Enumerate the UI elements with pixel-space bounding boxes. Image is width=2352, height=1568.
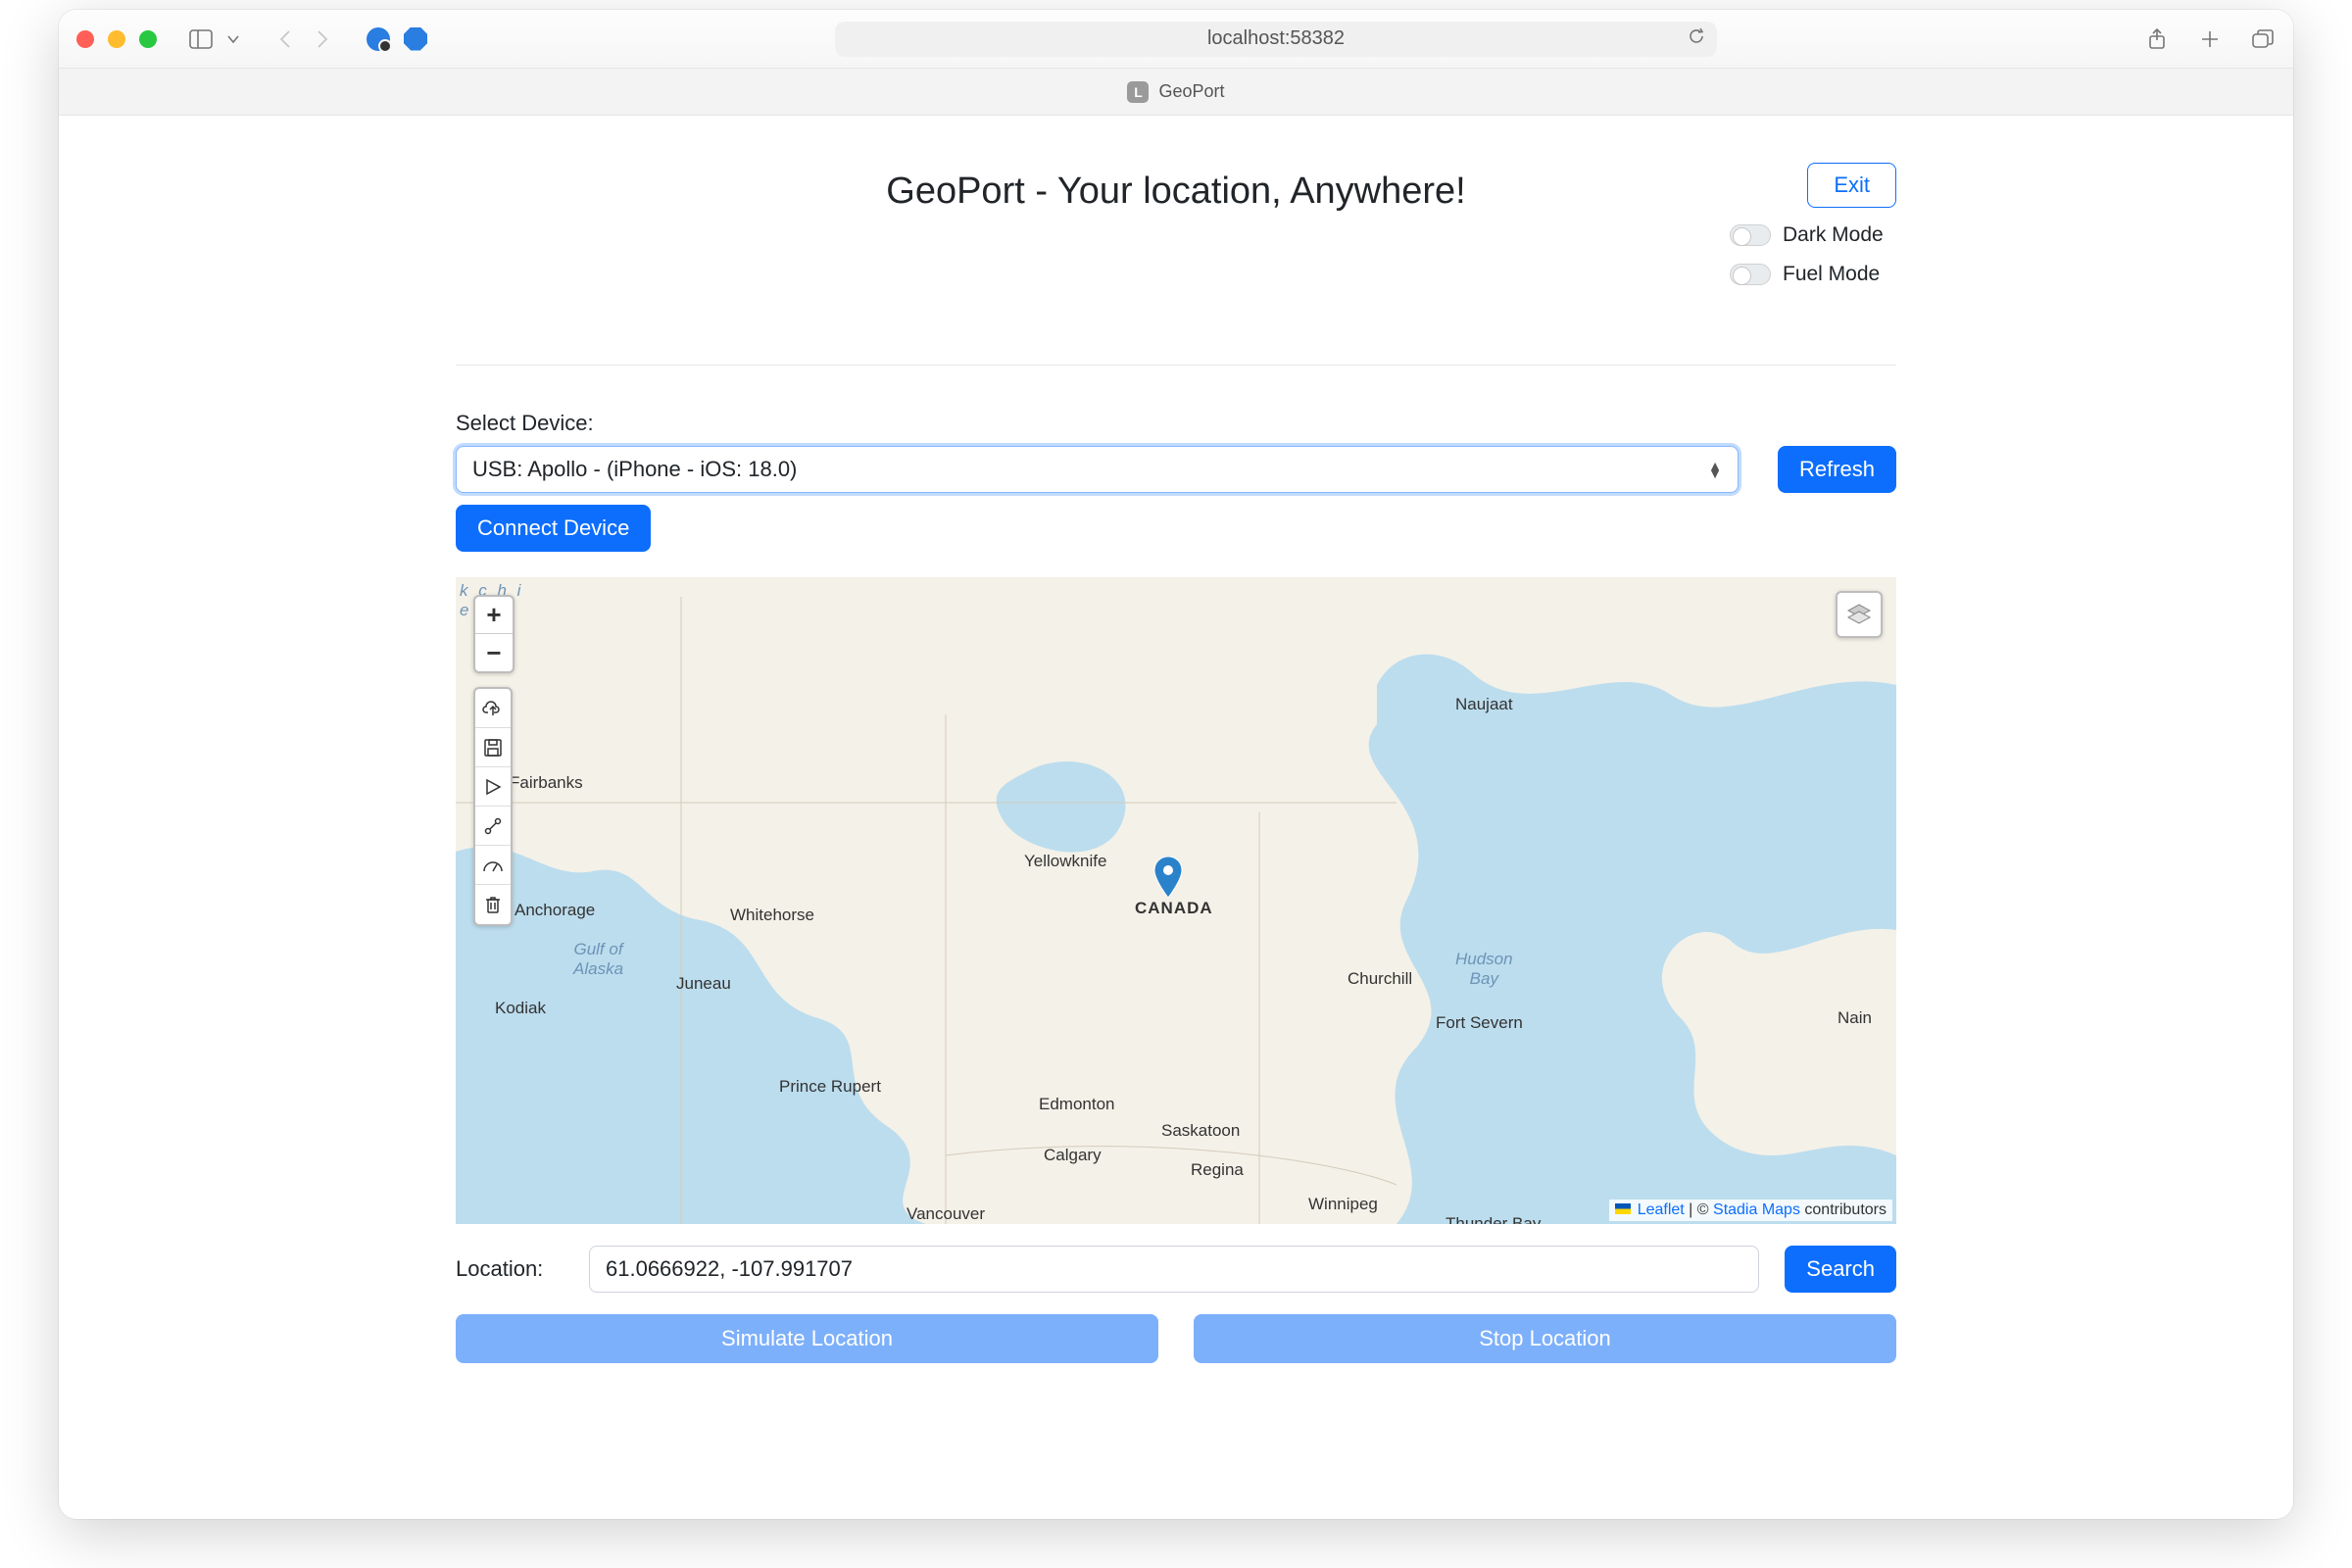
zoom-out-button[interactable]: − [475,634,513,671]
map[interactable]: k c h i e Fairbanks Anchorage Juneau Kod… [456,577,1896,1224]
fuel-mode-label: Fuel Mode [1783,263,1880,286]
divider [456,365,1896,366]
address-bar[interactable]: localhost:58382 [835,22,1717,57]
browser-toolbar: localhost:58382 [59,10,2293,69]
map-label: Calgary [1044,1146,1102,1165]
stop-location-button[interactable]: Stop Location [1194,1314,1896,1363]
reload-icon[interactable] [1688,27,1705,51]
map-zoom-control: + − [473,595,514,673]
map-label: e [460,601,468,620]
adblock-icon[interactable] [404,27,427,51]
map-label: Naujaat [1455,695,1513,714]
zoom-in-button[interactable]: + [475,597,513,634]
map-attribution: Leaflet | © Stadia Maps contributors [1609,1200,1892,1221]
map-label: Juneau [676,974,731,994]
browser-window: localhost:58382 L GeoPort [59,10,2293,1519]
map-label: Gulf of Alaska [573,940,623,979]
tabs-icon[interactable] [2250,28,2276,50]
search-button[interactable]: Search [1785,1246,1896,1293]
map-label: Yellowknife [1024,852,1106,871]
connect-device-button[interactable]: Connect Device [456,505,651,552]
location-input[interactable] [589,1246,1759,1293]
dark-mode-label: Dark Mode [1783,223,1884,247]
fullscreen-window-button[interactable] [139,30,157,48]
share-icon[interactable] [2144,28,2170,50]
map-label: Nain [1838,1008,1872,1028]
gauge-icon[interactable] [475,846,511,885]
map-label: Hudson Bay [1455,950,1513,989]
save-icon[interactable] [475,728,511,767]
chevron-down-icon[interactable] [225,28,241,50]
window-controls [76,30,157,48]
location-label: Location: [456,1256,564,1282]
device-selected-value: USB: Apollo - (iPhone - iOS: 18.0) [472,457,797,482]
extension-icon[interactable] [367,27,390,51]
play-icon[interactable] [475,767,511,807]
map-tools [473,687,513,926]
map-label: Churchill [1348,969,1412,989]
map-label: Fairbanks [510,773,583,793]
dark-mode-toggle[interactable] [1730,224,1771,246]
trash-icon[interactable] [475,885,511,924]
map-label: Regina [1191,1160,1244,1180]
new-tab-icon[interactable] [2197,28,2223,50]
close-window-button[interactable] [76,30,94,48]
select-device-label: Select Device: [456,411,1896,436]
map-label: Edmonton [1039,1095,1115,1114]
page-title: GeoPort - Your location, Anywhere! [642,171,1710,213]
map-label: Anchorage [514,901,595,920]
map-label: Fort Severn [1436,1013,1523,1033]
map-label: Winnipeg [1308,1195,1378,1214]
refresh-button[interactable]: Refresh [1778,446,1896,493]
cloud-upload-icon[interactable] [475,689,511,728]
minimize-window-button[interactable] [108,30,125,48]
map-label: CANADA [1135,899,1213,918]
sidebar-icon[interactable] [188,28,214,50]
exit-button[interactable]: Exit [1807,163,1896,208]
map-label: Vancouver [906,1204,985,1224]
tab-title: GeoPort [1158,81,1224,102]
device-select[interactable]: USB: Apollo - (iPhone - iOS: 18.0) ▲▼ [456,446,1739,493]
forward-button[interactable] [310,28,335,50]
back-button[interactable] [272,28,298,50]
chevron-updown-icon: ▲▼ [1708,462,1722,477]
route-icon[interactable] [475,807,511,846]
map-label: Whitehorse [730,906,814,925]
page-content: GeoPort - Your location, Anywhere! Exit … [59,116,2293,1363]
map-label: Prince Rupert [779,1077,881,1097]
map-label: Thunder Bay [1446,1214,1541,1224]
simulate-location-button[interactable]: Simulate Location [456,1314,1158,1363]
map-label: Kodiak [495,999,546,1018]
flag-icon [1615,1203,1631,1214]
fuel-mode-toggle[interactable] [1730,264,1771,285]
tab-bar: L GeoPort [59,69,2293,116]
map-marker[interactable] [1153,857,1183,898]
address-text: localhost:58382 [1207,27,1345,50]
leaflet-link[interactable]: Leaflet [1638,1201,1685,1218]
stadia-link[interactable]: Stadia Maps [1713,1201,1800,1218]
layers-button[interactable] [1836,591,1883,638]
tab-favicon: L [1127,81,1149,103]
map-label: Saskatoon [1161,1121,1240,1141]
